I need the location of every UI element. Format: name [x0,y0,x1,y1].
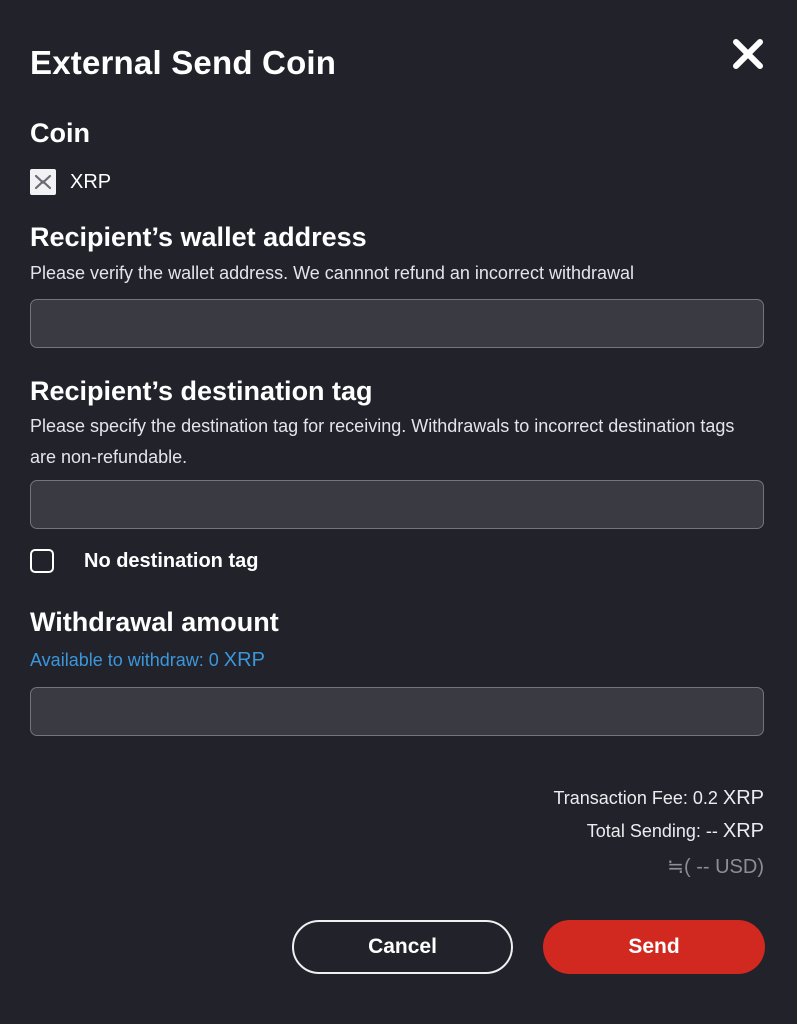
dialog-title: External Send Coin [30,44,337,81]
withdrawal-amount-input[interactable] [30,687,764,736]
total-sending: Total Sending: -- XRP [587,820,764,843]
wallet-address-input[interactable] [30,299,764,348]
available-balance: Available to withdraw: 0 XRP [30,649,265,672]
transaction-fee: Transaction Fee: 0.2 XRP [553,787,764,810]
coin-label: Coin [30,118,90,148]
destination-tag-input[interactable] [30,480,764,529]
transaction-fee-text: Transaction Fee: 0.2 [553,788,723,808]
no-destination-tag-option[interactable]: No destination tag [30,549,258,573]
wallet-address-label: Recipient’s wallet address [30,222,367,252]
close-button[interactable] [728,34,768,74]
transaction-fee-unit: XRP [722,787,764,809]
available-text: Available to withdraw: 0 [30,650,224,670]
available-unit: XRP [223,649,265,671]
destination-tag-label: Recipient’s destination tag [30,376,373,406]
close-icon [733,39,763,69]
usd-equivalent: ≒( -- USD) [667,856,764,878]
external-send-coin-dialog: External Send Coin Coin XRP Recipient’s … [0,0,797,1024]
total-sending-text: Total Sending: -- [586,821,723,841]
destination-tag-hint: Please specify the destination tag for r… [30,416,735,467]
withdrawal-amount-label: Withdrawal amount [30,607,279,637]
wallet-address-hint: Please verify the wallet address. We can… [30,263,634,283]
coin-selector: XRP [30,169,111,195]
xrp-icon [30,169,56,195]
no-destination-tag-label: No destination tag [84,549,259,572]
cancel-button[interactable]: Cancel [292,920,513,974]
no-destination-tag-checkbox[interactable] [30,549,54,573]
total-sending-unit: XRP [722,820,764,842]
coin-name: XRP [70,170,112,193]
send-button[interactable]: Send [543,920,765,974]
